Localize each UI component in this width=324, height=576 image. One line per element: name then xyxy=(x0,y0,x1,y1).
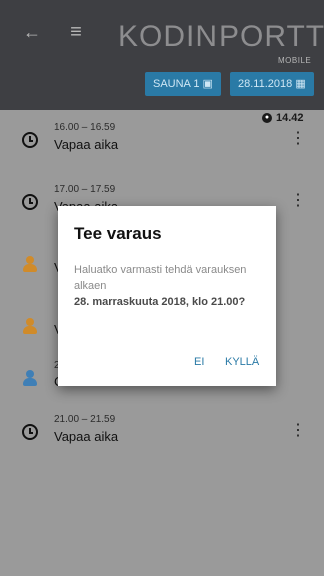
person-head xyxy=(26,256,34,264)
list-item[interactable]: 21.00 – 21.59 Vapaa aika ⋮ xyxy=(0,402,324,456)
time-slot: 21.00 – 21.59 xyxy=(54,414,116,425)
date-selector-button[interactable]: 28.11.2018 ▦ xyxy=(230,72,314,96)
person-body xyxy=(23,378,37,386)
person-icon xyxy=(22,318,38,334)
time-slot: 17.00 – 17.59 xyxy=(54,184,116,195)
cancel-button[interactable]: EI xyxy=(194,356,204,368)
app-screen: ← ≡ KODINPORTTI MOBILE SAUNA 1 ▣ 28.11.2… xyxy=(0,0,324,576)
person-icon xyxy=(22,370,38,386)
slot-status: Vapaa aika xyxy=(54,429,119,444)
dialog-date: 28. marraskuuta 2018, klo 21.00? xyxy=(74,296,246,308)
top-app-bar: ← ≡ KODINPORTTI MOBILE xyxy=(0,0,324,66)
arrow-left-icon[interactable]: ← xyxy=(20,20,44,44)
hamburger-menu-icon[interactable]: ≡ xyxy=(64,20,88,44)
dialog-title: Tee varaus xyxy=(74,224,162,243)
person-body xyxy=(23,264,37,272)
sauna-label: SAUNA 1 xyxy=(153,78,200,90)
current-time-marker: ● 14.42 xyxy=(262,112,304,124)
dialog-message: Haluatko varmasti tehdä varauksen alkaen xyxy=(74,264,247,292)
clock-icon xyxy=(22,194,38,210)
confirm-button[interactable]: KYLLÄ xyxy=(225,356,259,368)
calendar-icon: ▦ xyxy=(295,78,306,90)
current-time: 14.42 xyxy=(276,112,304,124)
more-options-icon[interactable]: ⋮ xyxy=(290,192,306,210)
logo-text-part-1: KODIN xyxy=(118,20,219,53)
clock-icon xyxy=(22,132,38,148)
reservation-dialog: Tee varaus Haluatko varmasti tehdä varau… xyxy=(58,206,276,386)
list-item[interactable]: 16.00 – 16.59 Vapaa aika ● 14.42 ⋮ xyxy=(0,110,324,164)
time-slot: 16.00 – 16.59 xyxy=(54,122,116,133)
info-dot-icon: ● xyxy=(262,113,272,124)
slot-status: Vapaa aika xyxy=(54,137,119,152)
person-icon xyxy=(22,256,38,272)
person-body xyxy=(23,326,37,334)
date-label: 28.11.2018 xyxy=(238,78,293,90)
person-head xyxy=(26,370,34,378)
sauna-selector-button[interactable]: SAUNA 1 ▣ xyxy=(145,72,221,96)
app-logo: KODINPORTTI MOBILE xyxy=(118,20,324,66)
dropdown-box-icon: ▣ xyxy=(202,78,213,90)
more-options-icon[interactable]: ⋮ xyxy=(290,422,306,440)
clock-icon xyxy=(22,424,38,440)
more-options-icon[interactable]: ⋮ xyxy=(290,130,306,148)
person-head xyxy=(26,318,34,326)
